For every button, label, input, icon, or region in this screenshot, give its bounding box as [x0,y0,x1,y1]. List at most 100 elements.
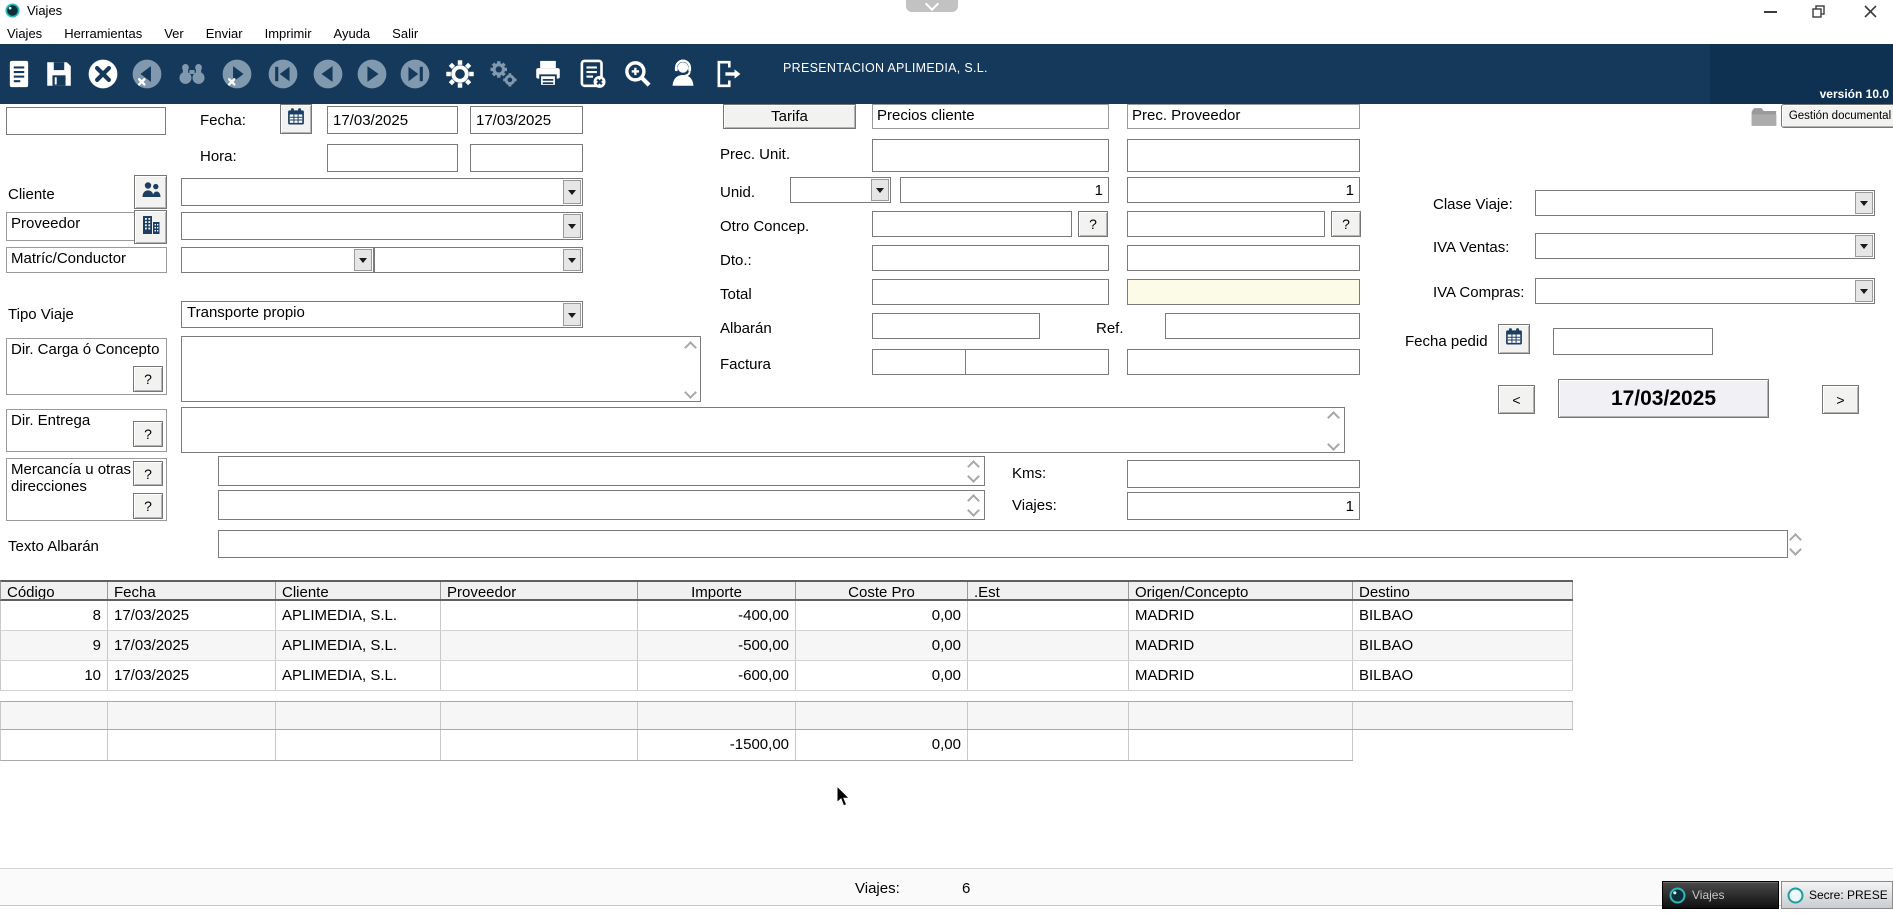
dir-entrega-textarea[interactable] [181,407,1345,453]
previous-record-icon[interactable] [309,48,347,100]
texto-albaran-input[interactable] [218,530,1788,558]
new-document-icon[interactable] [0,48,38,100]
table-cell[interactable]: 8 [1,601,108,630]
matric-combobox-1[interactable] [181,247,374,273]
support-agent-icon[interactable] [664,48,702,100]
tarifa-button[interactable]: Tarifa [723,104,856,129]
settings-gear-icon[interactable] [441,48,479,100]
gestion-documental-button[interactable]: Gestión documental [1781,104,1893,128]
date-next-button[interactable]: > [1822,385,1859,414]
column-header-5[interactable]: Coste Pro [796,582,968,599]
menu-item-ayuda[interactable]: Ayuda [323,26,382,41]
dir-carga-textarea[interactable] [181,336,701,402]
column-header-0[interactable]: Código [1,582,108,599]
unid-proveedor-input[interactable] [1127,177,1360,203]
record-code-input[interactable] [6,107,166,135]
dto-proveedor-input[interactable] [1127,245,1360,271]
table-cell[interactable]: 17/03/2025 [108,661,276,690]
dir-carga-help-button[interactable]: ? [133,366,163,392]
otro-concep-help-button-1[interactable]: ? [1078,211,1108,237]
tipo-viaje-combobox[interactable]: Transporte propio [181,301,583,328]
column-header-1[interactable]: Fecha [108,582,276,599]
table-row[interactable]: 1017/03/2025APLIMEDIA, S.L.-600,000,00MA… [0,661,1573,691]
column-header-4[interactable]: Importe [638,582,796,599]
matric-dropdown-button-1[interactable] [354,249,372,271]
next-cancel-icon[interactable] [218,48,256,100]
mercancia-help-button-2[interactable]: ? [133,493,163,519]
ref-input[interactable] [1165,313,1360,339]
table-cell[interactable]: BILBAO [1353,601,1573,630]
table-cell[interactable]: 17/03/2025 [108,601,276,630]
table-cell[interactable]: MADRID [1129,661,1353,690]
process-gears-icon[interactable] [485,48,523,100]
table-cell[interactable]: 0,00 [796,601,968,630]
cancel-icon[interactable] [84,48,122,100]
table-cell[interactable] [968,601,1129,630]
unid-dropdown-button[interactable] [871,179,889,201]
prec-unit-cliente-input[interactable] [872,139,1109,172]
tipo-viaje-dropdown-button[interactable] [563,303,581,326]
table-cell[interactable] [441,601,638,630]
fecha-pedido-calendar-button[interactable] [1498,324,1530,354]
table-cell[interactable] [968,631,1129,660]
cliente-dropdown-button[interactable] [563,180,581,204]
next-record-icon[interactable] [353,48,391,100]
cliente-lookup-button[interactable] [134,175,167,209]
table-cell[interactable]: MADRID [1129,631,1353,660]
taskbar-item-viajes[interactable]: Viajes [1662,881,1779,909]
mercancia-input-2[interactable] [218,490,985,520]
save-icon[interactable] [40,48,78,100]
otro-concep-cliente-input[interactable] [872,211,1072,237]
column-header-3[interactable]: Proveedor [441,582,638,599]
iva-compras-dropdown-button[interactable] [1855,280,1873,302]
table-cell[interactable]: -500,00 [638,631,796,660]
unid-cliente-input[interactable] [900,177,1109,203]
matric-dropdown-button-2[interactable] [563,249,581,271]
fecha-pedido-input[interactable] [1553,328,1713,355]
hora-from-input[interactable] [327,144,458,172]
table-cell[interactable] [441,661,638,690]
fecha-from-input[interactable] [327,106,458,134]
table-empty-row[interactable] [0,701,1573,730]
table-cell[interactable]: 0,00 [796,631,968,660]
proveedor-combobox[interactable] [181,212,583,240]
table-cell[interactable]: MADRID [1129,601,1353,630]
column-header-6[interactable]: .Est [968,582,1129,599]
menu-item-viajes[interactable]: Viajes [0,26,53,41]
iva-ventas-dropdown-button[interactable] [1855,235,1873,257]
otro-concep-proveedor-input[interactable] [1127,211,1325,237]
table-cell[interactable]: 0,00 [796,661,968,690]
albaran-input[interactable] [872,313,1040,339]
total-cliente-input[interactable] [872,279,1109,305]
menu-item-ver[interactable]: Ver [153,26,195,41]
menu-item-herramientas[interactable]: Herramientas [53,26,153,41]
table-cell[interactable]: -400,00 [638,601,796,630]
mercancia-input-1[interactable] [218,456,985,486]
table-row[interactable]: 817/03/2025APLIMEDIA, S.L. -400,000,00 MAD… [0,601,1573,631]
column-header-8[interactable]: Destino [1353,582,1573,599]
column-header-7[interactable]: Origen/Concepto [1129,582,1353,599]
dto-cliente-input[interactable] [872,245,1109,271]
iva-ventas-combobox[interactable] [1535,233,1875,259]
taskbar-item-secre[interactable]: Secre: PRESE... [1781,881,1893,909]
column-header-2[interactable]: Cliente [276,582,441,599]
table-cell[interactable]: BILBAO [1353,661,1573,690]
table-cell[interactable]: 10 [1,661,108,690]
clase-viaje-dropdown-button[interactable] [1855,192,1873,214]
list-cancel-icon[interactable] [574,48,612,100]
spin-down-icon[interactable] [1789,543,1802,556]
table-cell[interactable]: BILBAO [1353,631,1573,660]
iva-compras-combobox[interactable] [1535,278,1875,304]
viajes-input[interactable] [1127,492,1360,520]
date-prev-button[interactable]: < [1498,385,1535,414]
prec-unit-proveedor-input[interactable] [1127,139,1360,172]
table-cell[interactable] [441,631,638,660]
menu-item-salir[interactable]: Salir [381,26,429,41]
clase-viaje-combobox[interactable] [1535,190,1875,216]
print-icon[interactable] [529,48,567,100]
search-binoculars-icon[interactable] [173,48,211,100]
factura-input-1[interactable] [872,349,966,375]
table-cell[interactable]: APLIMEDIA, S.L. [276,601,441,630]
matric-combobox-2[interactable] [374,247,583,273]
menu-item-imprimir[interactable]: Imprimir [254,26,323,41]
